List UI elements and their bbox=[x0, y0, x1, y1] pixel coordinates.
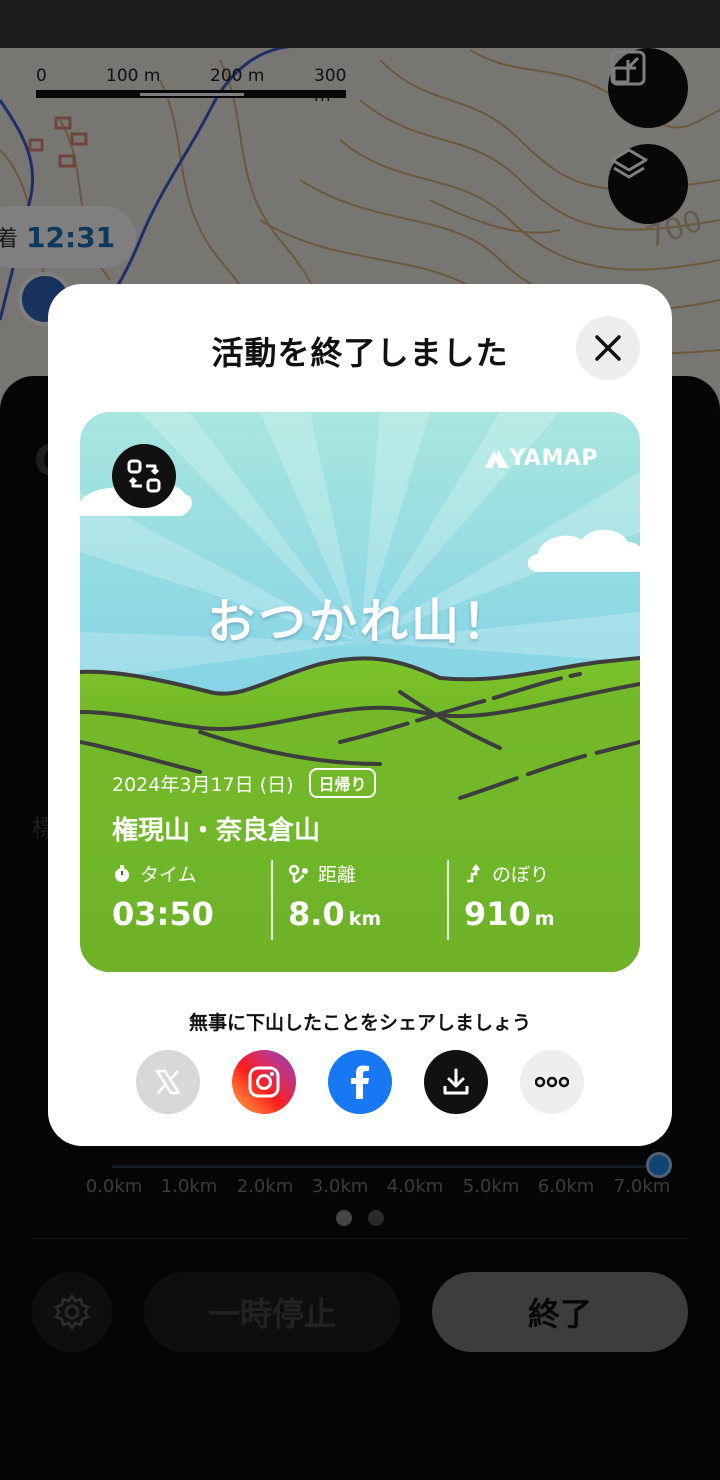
change-design-button[interactable] bbox=[112, 444, 176, 508]
yamap-logo-icon bbox=[484, 449, 509, 468]
share-facebook-button[interactable] bbox=[328, 1050, 392, 1114]
share-prompt: 無事に下山したことをシェアしましょう bbox=[188, 1012, 531, 1034]
brand-logo: YAMAP bbox=[484, 446, 598, 471]
x-icon bbox=[155, 1069, 181, 1095]
brand-name: YAMAP bbox=[509, 446, 598, 471]
share-x-button[interactable] bbox=[136, 1050, 200, 1114]
mountain-names: 権現山・奈良倉山 bbox=[112, 816, 321, 846]
stopwatch-icon bbox=[115, 864, 129, 882]
stat-label: タイム bbox=[140, 864, 197, 886]
stat-time: タイム 03:50 bbox=[112, 860, 218, 940]
summary-card: YAMAP おつかれ山！ 2024年3月17日 (日) 日帰り 権現山・奈良倉山… bbox=[80, 412, 640, 972]
stat-value: 910 bbox=[464, 895, 531, 933]
stat-distance: 距離 8.0 km bbox=[288, 860, 381, 940]
stat-ascent: のぼり 910 m bbox=[464, 860, 555, 940]
activity-date-row: 2024年3月17日 (日) 日帰り bbox=[112, 768, 376, 798]
more-icon bbox=[535, 1076, 569, 1088]
close-icon bbox=[595, 335, 621, 361]
stat-divider bbox=[447, 860, 449, 940]
activity-date: 2024年3月17日 (日) bbox=[112, 773, 294, 796]
stat-value: 03:50 bbox=[112, 895, 214, 933]
stat-unit: km bbox=[348, 908, 382, 930]
stat-label: 距離 bbox=[318, 864, 357, 886]
ascent-arrow-icon bbox=[467, 863, 480, 882]
activity-finished-dialog: 活動を終了しました YAMAP おつかれ山！ 2024年3月17日 (日) 日帰… bbox=[48, 284, 672, 1146]
route-pin-icon bbox=[288, 864, 308, 883]
stat-divider bbox=[271, 860, 273, 940]
close-button[interactable] bbox=[576, 316, 640, 380]
stat-unit: m bbox=[534, 908, 555, 930]
stat-label: のぼり bbox=[492, 864, 550, 886]
more-share-button[interactable] bbox=[520, 1050, 584, 1114]
facebook-icon bbox=[351, 1065, 369, 1099]
download-icon bbox=[443, 1068, 469, 1095]
card-headline: おつかれ山！ bbox=[206, 594, 513, 650]
stat-value: 8.0 bbox=[288, 895, 345, 933]
trip-type-badge: 日帰り bbox=[309, 768, 376, 798]
instagram-icon bbox=[248, 1066, 280, 1098]
swap-icon bbox=[127, 459, 161, 493]
share-instagram-button[interactable] bbox=[232, 1050, 296, 1114]
download-button[interactable] bbox=[424, 1050, 488, 1114]
